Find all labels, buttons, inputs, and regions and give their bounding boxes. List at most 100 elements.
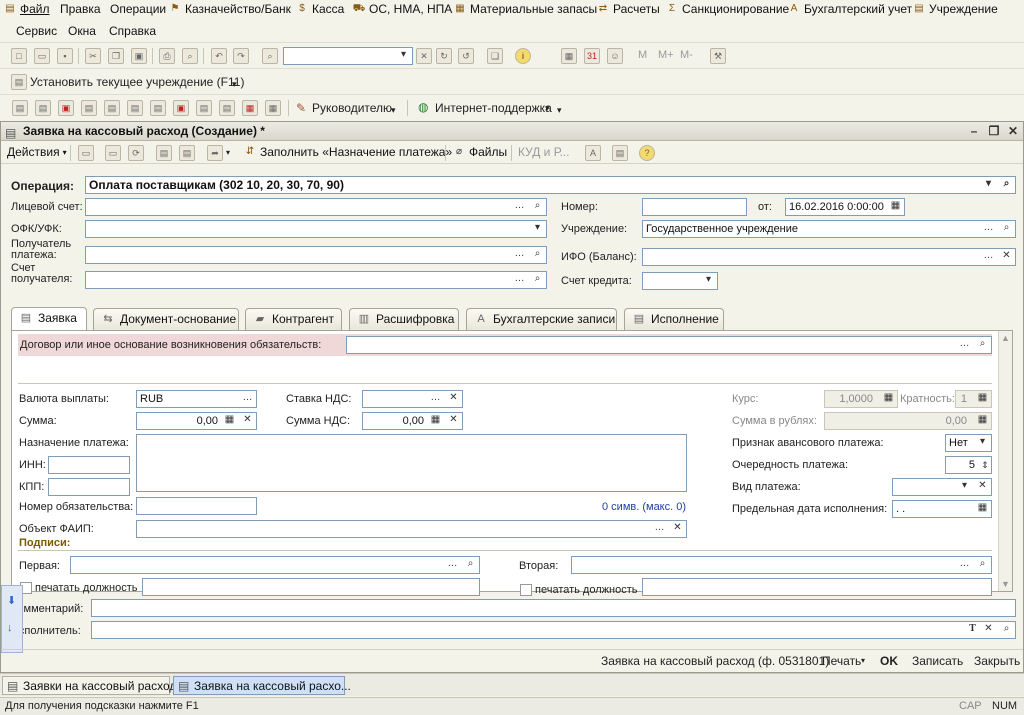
search-icon[interactable]: ⌕ [998,622,1015,638]
files-button[interactable]: ⌀ Файлы [452,145,507,159]
select-icon[interactable]: … [956,337,973,353]
vat-rate-field[interactable]: … ✕ [362,390,463,408]
menu-file[interactable]: ▤ Файл [3,2,49,16]
doc-icon[interactable]: ▤ [81,100,97,116]
calculator-icon[interactable]: ▦ [427,413,444,429]
clear-icon[interactable]: ✕ [445,413,462,429]
close-icon[interactable]: ✕ [1006,124,1020,138]
doc-icon[interactable]: ▤ [196,100,212,116]
post-icon[interactable]: ▤ [156,145,172,161]
kud-button[interactable]: КУД и Р... [518,145,569,159]
tools-icon[interactable]: ⚒ [710,48,726,64]
second-signature-field[interactable]: … ⌕ [571,556,992,574]
m-plus-icon[interactable]: M+ [658,49,674,61]
clear-icon[interactable]: ✕ [998,249,1015,265]
undo-icon[interactable]: ↶ [211,48,227,64]
menu-service[interactable]: Сервис [16,24,57,38]
comment-field[interactable] [91,599,1016,617]
chevron-down-icon[interactable]: ▾ [980,177,997,193]
account-field[interactable]: … ⌕ [85,198,547,216]
save-button[interactable]: Записать [912,654,963,668]
print-icon[interactable]: ⎙ [159,48,175,64]
based-on-icon[interactable]: ➦ [207,145,223,161]
select-icon[interactable]: … [444,557,461,573]
calendar-icon[interactable]: ▦ [974,501,991,517]
obligation-field[interactable] [136,497,257,515]
search-icon[interactable]: ⌕ [529,272,546,288]
menu-operations[interactable]: Операции [110,2,166,16]
contract-field[interactable]: … ⌕ [346,336,992,354]
copy-doc-icon[interactable]: ▭ [105,145,121,161]
actions-menu-button[interactable]: Действия ▾ [7,145,67,159]
organization-field[interactable]: Государственное учреждение… ⌕ [642,220,1016,238]
scroll-down-icon[interactable]: ▼ [1001,579,1010,589]
tab-execution[interactable]: ▤ Исполнение [624,308,724,330]
users-icon[interactable]: ☺ [607,48,623,64]
calculator-icon[interactable]: ▦ [561,48,577,64]
scroll-up-icon[interactable]: ▲ [1001,333,1010,343]
print-form-icon[interactable]: ▤ [612,145,628,161]
doc-icon[interactable]: ▤ [35,100,51,116]
support-button[interactable]: Интернет-поддержка [435,101,552,115]
recipient-field[interactable]: … ⌕ [85,246,547,264]
tab-request[interactable]: ▤ Заявка [11,307,87,331]
chevron-down-icon[interactable]: ▾ [956,479,973,495]
restore-icon[interactable]: ❐ [987,124,1001,138]
open-icon[interactable]: ▭ [34,48,50,64]
search-icon[interactable]: ⌕ [974,337,991,353]
executor-field[interactable]: T ✕ ⌕ [91,621,1016,639]
save-icon[interactable]: ▪ [57,48,73,64]
faip-field[interactable]: … ✕ [136,520,687,538]
task-current-request[interactable]: ▤ Заявка на кассовый расхо... [173,676,351,695]
menu-help[interactable]: Справка [109,24,156,38]
select-icon[interactable]: … [980,221,997,237]
recipient-account-field[interactable]: … ⌕ [85,271,547,289]
doc-icon[interactable]: ▤ [12,100,28,116]
kpp-field[interactable] [48,478,130,496]
report-icon[interactable]: ▦ [265,100,281,116]
close-button[interactable]: Закрыть [974,654,1020,668]
search-icon[interactable]: ⌕ [974,557,991,573]
menu-organization[interactable]: ▤ Учреждение [912,2,998,16]
pin-icon[interactable]: ⬇ [7,594,16,607]
select-icon[interactable]: … [980,249,997,265]
select-icon[interactable]: … [511,199,528,215]
payment-type-select[interactable]: ▾ ✕ [892,478,992,496]
clear-icon[interactable]: ✕ [445,391,462,407]
tab-breakdown[interactable]: ▥ Расшифровка [349,308,459,330]
doc-icon[interactable]: ▣ [173,100,189,116]
chevron-down-icon[interactable]: ▾ [700,273,717,289]
priority-stepper[interactable]: 5 ⇕ [945,456,992,474]
text-icon[interactable]: T [964,622,981,638]
task-requests-list[interactable]: ▤ Заявки на кассовый расход [2,676,176,695]
chevron-down-icon[interactable]: ▾ [232,79,237,90]
chevron-down-icon[interactable]: ▾ [545,103,550,114]
clear-icon[interactable]: ✕ [974,479,991,495]
first-signature-field[interactable]: … ⌕ [70,556,480,574]
doc-icon[interactable]: ▤ [219,100,235,116]
calculator-icon[interactable]: ▦ [974,391,991,407]
ofk-field[interactable]: ▾ [85,220,547,238]
windows-icon[interactable]: ❏ [487,48,503,64]
menu-treasury[interactable]: ⚑ Казначейство/Банк [168,2,291,16]
report-icon[interactable]: ▦ [242,100,258,116]
manager-button[interactable]: Руководителю [312,101,392,115]
calculator-icon[interactable]: ▦ [880,391,897,407]
minimize-icon[interactable]: – [967,124,981,138]
refresh-icon[interactable]: ⟳ [128,145,144,161]
sum-field[interactable]: 0,00 ▦ ✕ [136,412,257,430]
menu-inventory[interactable]: ▦ Материальные запасы [453,2,597,16]
fill-purpose-button[interactable]: ⇵ Заполнить «Назначение платежа» [243,145,452,159]
purpose-textarea[interactable] [136,434,687,492]
print-position-checkbox-second[interactable] [520,584,532,596]
select-icon[interactable]: … [427,391,444,407]
menu-fixed-assets[interactable]: ⛟ ОС, НМА, НПА [352,2,453,16]
first-position-field[interactable] [142,578,480,596]
redo-icon[interactable]: ↷ [233,48,249,64]
clear-icon[interactable]: ✕ [239,413,256,429]
rub-sum-field[interactable]: 0,00 ▦ [824,412,992,430]
calculator-icon[interactable]: ▦ [974,413,991,429]
credit-account-field[interactable]: ▾ [642,272,718,290]
chevron-down-icon[interactable]: ▾ [861,656,865,665]
calendar-icon[interactable]: 31 [584,48,600,64]
